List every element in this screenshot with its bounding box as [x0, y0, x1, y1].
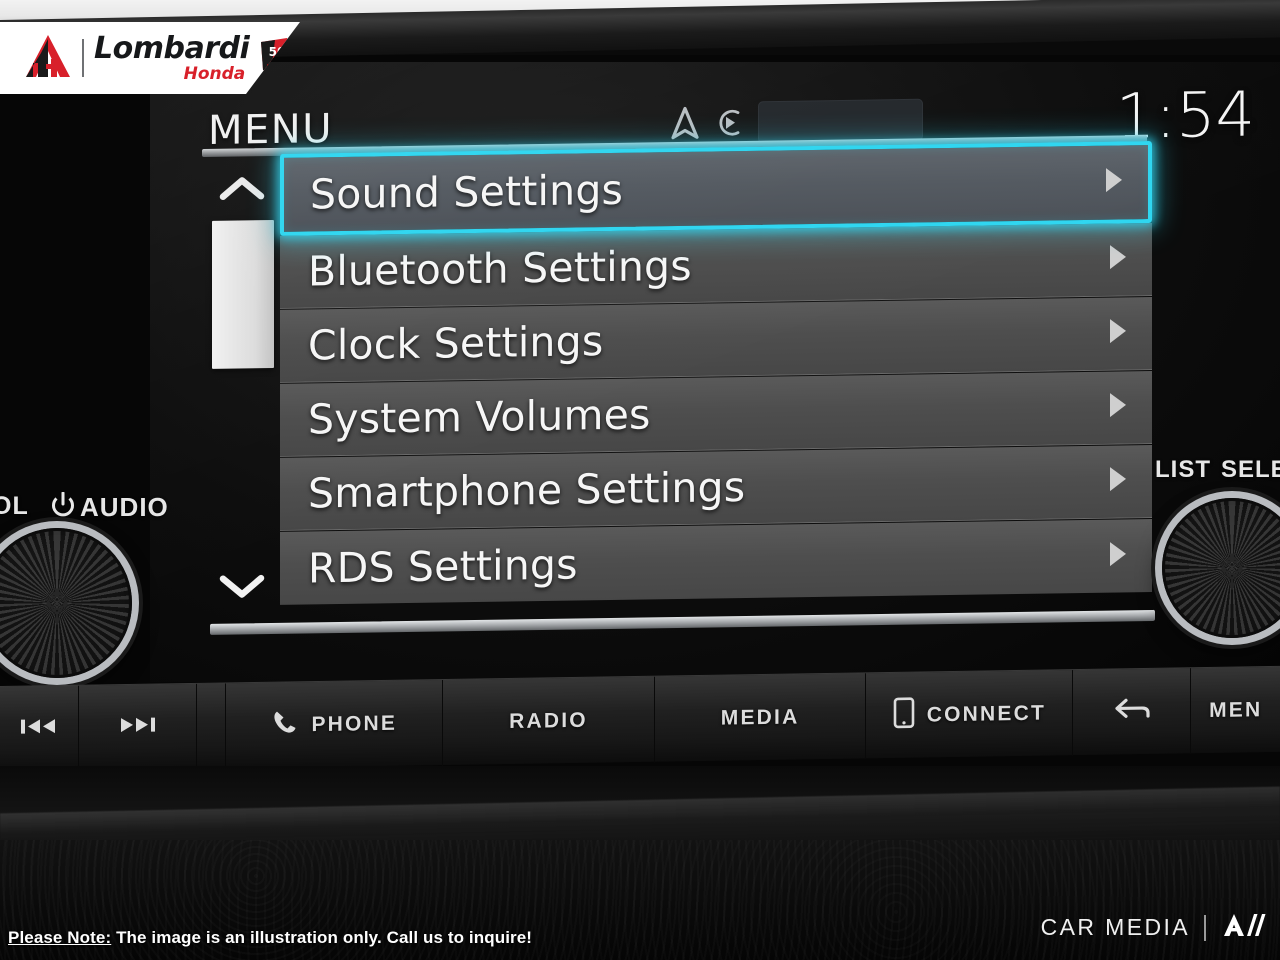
menu-item-bluetooth-settings[interactable]: Bluetooth Settings	[280, 222, 1152, 309]
infotainment-screen: MENU 1:54 Sound Settings Bluetooth Setti…	[150, 62, 1280, 682]
screenshot-root: MENU 1:54 Sound Settings Bluetooth Setti…	[0, 0, 1280, 960]
menu-button[interactable]: MEN	[1191, 666, 1280, 754]
chevron-right-icon	[1106, 242, 1130, 277]
back-button[interactable]	[1073, 667, 1192, 756]
lombardi-a-h-monogram-icon	[24, 33, 74, 84]
logo-divider	[82, 39, 84, 77]
smartphone-icon	[893, 696, 915, 734]
navigation-arrow-icon	[670, 106, 700, 145]
skip-next-icon	[117, 714, 157, 741]
footer-disclaimer-bold: Please Note:	[8, 928, 112, 947]
brand-divider	[1204, 914, 1206, 941]
media-play-circle-icon	[714, 107, 744, 144]
menu-button-label: MEN	[1209, 697, 1263, 722]
skip-previous-button[interactable]	[0, 685, 79, 773]
menu-item-system-volumes[interactable]: System Volumes	[280, 370, 1152, 457]
dealer-brand: Honda	[183, 63, 246, 84]
chevron-right-icon	[1106, 464, 1130, 499]
footer-disclaimer: Please Note: The image is an illustratio…	[8, 928, 532, 948]
dealer-name: Lombardi	[94, 30, 250, 66]
scroll-down-button[interactable]	[214, 564, 270, 609]
back-arrow-icon	[1112, 695, 1152, 728]
status-icon-group	[670, 106, 744, 146]
scroll-up-button[interactable]	[214, 166, 270, 211]
radio-button-label: RADIO	[509, 708, 588, 733]
skip-next-button[interactable]	[78, 683, 197, 772]
scrollbar-thumb[interactable]	[212, 219, 274, 369]
menu-item-clock-settings[interactable]: Clock Settings	[280, 296, 1152, 383]
dealer-name-block: Lombardi Honda	[94, 30, 250, 84]
menu-item-label: Bluetooth Settings	[308, 241, 692, 296]
skip-previous-icon	[19, 716, 59, 743]
phone-button[interactable]: PHONE	[226, 679, 444, 769]
menu-item-label: Smartphone Settings	[308, 462, 746, 518]
car-media-branding: CAR MEDIA	[1041, 911, 1266, 944]
phone-handset-icon	[271, 708, 299, 742]
phone-button-label: PHONE	[311, 711, 398, 736]
menu-item-label: System Volumes	[308, 390, 651, 444]
media-button[interactable]: MEDIA	[654, 672, 867, 763]
menu-item-smartphone-settings[interactable]: Smartphone Settings	[280, 444, 1152, 531]
button-spacer	[196, 682, 227, 770]
av-slash-logo-icon	[1220, 911, 1266, 944]
car-media-label: CAR MEDIA	[1040, 914, 1190, 940]
menu-item-label: Clock Settings	[308, 317, 604, 370]
menu-item-label: Sound Settings	[310, 165, 624, 219]
menu-item-label: RDS Settings	[308, 539, 578, 592]
menu-item-rds-settings[interactable]: RDS Settings	[280, 518, 1152, 605]
select-knob-label: SELEC	[1221, 456, 1280, 483]
menu-item-sound-settings[interactable]: Sound Settings	[280, 140, 1152, 236]
media-button-label: MEDIA	[720, 704, 800, 730]
connect-button-label: CONNECT	[926, 701, 1046, 726]
radio-button[interactable]: RADIO	[443, 676, 655, 766]
chevron-right-icon	[1102, 165, 1126, 200]
chevron-right-icon	[1106, 390, 1130, 425]
footer-disclaimer-text: The image is an illustration only. Call …	[111, 928, 533, 947]
connect-button[interactable]: CONNECT	[866, 669, 1074, 759]
menu-scrollbar[interactable]	[202, 158, 282, 619]
volume-knob-label: OL	[0, 492, 29, 520]
chevron-right-icon	[1106, 316, 1130, 351]
list-knob-label: LIST	[1155, 456, 1211, 483]
chevron-right-icon	[1106, 538, 1130, 573]
power-icon	[50, 491, 76, 525]
menu-rows: Sound Settings Bluetooth Settings Clock …	[280, 140, 1152, 622]
status-info-slot	[758, 98, 923, 144]
audio-knob-label: AUDIO	[80, 492, 169, 522]
settings-menu-panel: Sound Settings Bluetooth Settings Clock …	[202, 135, 1155, 635]
